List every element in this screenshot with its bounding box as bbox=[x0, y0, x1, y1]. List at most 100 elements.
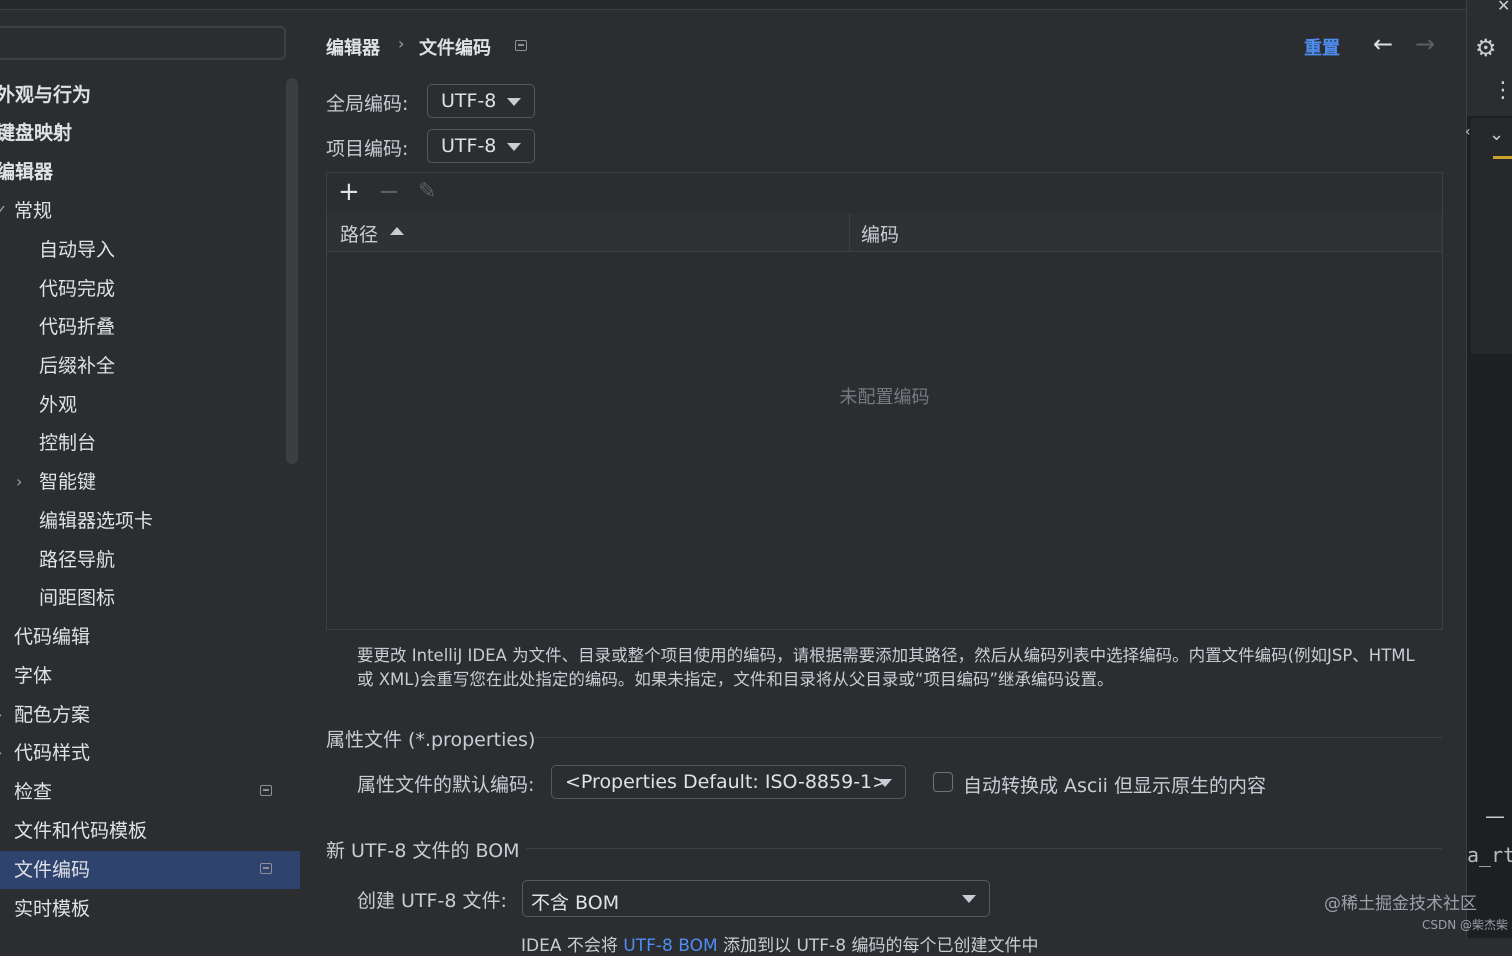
breadcrumb-file-encodings: 文件编码 bbox=[419, 38, 491, 59]
reset-button[interactable]: 重置 bbox=[1304, 34, 1340, 60]
chevron-down-icon[interactable]: ✓ bbox=[0, 192, 7, 230]
add-icon[interactable]: + bbox=[338, 177, 360, 207]
ascii-convert-checkbox[interactable] bbox=[933, 772, 953, 792]
sidebar-item-color-scheme[interactable]: › 配色方案 bbox=[0, 696, 300, 734]
sidebar-item-label: 配色方案 bbox=[14, 704, 91, 726]
sidebar-item-keymap[interactable]: 键盘映射 bbox=[0, 114, 300, 152]
settings-content: 编辑器 › 文件编码 重置 ← → 全局编码: UTF-8 项目编码: UTF-… bbox=[300, 10, 1466, 956]
sidebar-item-editor[interactable]: 编辑器 bbox=[0, 153, 300, 191]
dropdown-arrow-icon bbox=[878, 779, 892, 787]
column-divider[interactable] bbox=[849, 213, 850, 251]
settings-search-input[interactable] bbox=[0, 26, 286, 60]
settings-sidebar: 外观与行为 键盘映射 编辑器 ✓ 常规 自动导入 代码完成 代码折叠 后缀补全 外… bbox=[0, 10, 300, 938]
code-snippet: a_rt bbox=[1467, 843, 1512, 867]
sidebar-item-label: 智能键 bbox=[39, 471, 97, 493]
project-encoding-value: UTF-8 bbox=[441, 135, 497, 157]
sidebar-item-label: 字体 bbox=[14, 665, 53, 687]
sidebar-item-breadcrumbs[interactable]: 路径导航 bbox=[0, 541, 300, 579]
utf8-bom-link[interactable]: UTF-8 BOM bbox=[623, 936, 717, 956]
more-vertical-icon[interactable]: ⋮ bbox=[1492, 80, 1512, 102]
breadcrumb-editor[interactable]: 编辑器 bbox=[326, 34, 380, 60]
sidebar-item-label: 代码完成 bbox=[39, 278, 116, 300]
project-encoding-label: 项目编码: bbox=[326, 138, 409, 160]
properties-section-title: 属性文件 (*.properties) bbox=[326, 729, 536, 751]
back-arrow-icon[interactable]: ← bbox=[1373, 30, 1393, 58]
right-strip-highlight bbox=[1471, 118, 1512, 354]
close-icon[interactable]: ✕ bbox=[1497, 0, 1510, 15]
bom-note-suffix: 添加到以 UTF-8 编码的每个已创建文件中 bbox=[723, 936, 1039, 956]
sidebar-item-label: 文件编码 bbox=[14, 859, 91, 881]
sidebar-item-appearance[interactable]: 外观 bbox=[0, 386, 300, 424]
breadcrumb-separator: › bbox=[398, 34, 405, 53]
sidebar-item-label: 外观与行为 bbox=[0, 84, 92, 106]
edit-icon[interactable]: ✎ bbox=[418, 179, 436, 204]
chevron-right-icon[interactable]: › bbox=[16, 463, 22, 501]
sidebar-item-smart-keys[interactable]: › 智能键 bbox=[0, 463, 300, 501]
sidebar-item-label: 编辑器选项卡 bbox=[39, 510, 154, 532]
chevron-right-icon[interactable]: › bbox=[0, 696, 2, 734]
bom-note-prefix: IDEA 不会将 bbox=[521, 936, 618, 956]
project-scope-icon bbox=[260, 863, 272, 874]
global-encoding-label: 全局编码: bbox=[326, 93, 409, 115]
sidebar-item-label: 代码样式 bbox=[14, 742, 91, 764]
column-header-encoding[interactable]: 编码 bbox=[861, 220, 899, 247]
bom-note: IDEA 不会将 UTF-8 BOM 添加到以 UTF-8 编码的每个已创建文件… bbox=[521, 931, 1038, 956]
table-toolbar: + − ✎ bbox=[327, 173, 1442, 214]
window-top-strip bbox=[0, 0, 1466, 10]
sidebar-item-label: 常规 bbox=[14, 200, 53, 222]
create-utf8-label: 创建 UTF-8 文件: bbox=[357, 890, 507, 912]
ascii-convert-label[interactable]: 自动转换成 Ascii 但显示原生的内容 bbox=[963, 771, 1266, 798]
dropdown-arrow-icon bbox=[962, 895, 976, 903]
sidebar-item-postfix-completion[interactable]: 后缀补全 bbox=[0, 347, 300, 385]
create-utf8-select[interactable]: 不含 BOM bbox=[522, 880, 990, 917]
sidebar-item-label: 编辑器 bbox=[0, 161, 54, 183]
chevron-right-icon[interactable]: › bbox=[0, 734, 2, 772]
chevron-down-icon[interactable]: ⌄ bbox=[1489, 124, 1504, 145]
sidebar-item-label: 自动导入 bbox=[39, 239, 116, 261]
sidebar-item-label: 检查 bbox=[14, 781, 53, 803]
sidebar-item-label: 文件和代码模板 bbox=[14, 820, 148, 842]
create-utf8-value: 不含 BOM bbox=[531, 892, 620, 914]
fold-left-icon[interactable]: ‹ bbox=[1465, 124, 1471, 140]
sidebar-item-file-encodings[interactable]: 文件编码 bbox=[0, 851, 300, 889]
sidebar-item-code-folding[interactable]: 代码折叠 bbox=[0, 308, 300, 346]
global-encoding-select[interactable]: UTF-8 bbox=[427, 84, 535, 118]
remove-icon[interactable]: − bbox=[378, 177, 400, 207]
table-header: 路径 编码 bbox=[327, 213, 1442, 252]
sidebar-item-label: 代码编辑 bbox=[14, 626, 91, 648]
sidebar-item-auto-import[interactable]: 自动导入 bbox=[0, 231, 300, 269]
project-encoding-select[interactable]: UTF-8 bbox=[427, 129, 535, 163]
sidebar-item-code-completion[interactable]: 代码完成 bbox=[0, 270, 300, 308]
properties-default-value: <Properties Default: ISO-8859-1> bbox=[565, 771, 889, 793]
minimize-icon[interactable]: — bbox=[1485, 804, 1505, 828]
sidebar-item-label: 控制台 bbox=[39, 432, 97, 454]
sidebar-item-editor-tabs[interactable]: 编辑器选项卡 bbox=[0, 502, 300, 540]
section-divider bbox=[534, 737, 1442, 738]
bom-section-title: 新 UTF-8 文件的 BOM bbox=[326, 840, 520, 862]
sidebar-item-code-style[interactable]: › 代码样式 bbox=[0, 734, 300, 772]
sidebar-item-live-templates[interactable]: 实时模板 bbox=[0, 890, 300, 928]
empty-table-text: 未配置编码 bbox=[839, 387, 930, 408]
forward-arrow-icon[interactable]: → bbox=[1415, 30, 1435, 58]
project-scope-icon bbox=[515, 40, 527, 51]
sidebar-item-font[interactable]: 字体 bbox=[0, 657, 300, 695]
column-header-path[interactable]: 路径 bbox=[340, 220, 378, 247]
sidebar-item-gutter-icons[interactable]: 间距图标 bbox=[0, 579, 300, 617]
encoding-description: 要更改 IntelliJ IDEA 为文件、目录或整个项目使用的编码，请根据需要… bbox=[357, 646, 1415, 689]
sidebar-item-label: 代码折叠 bbox=[39, 316, 116, 338]
sidebar-item-inspections[interactable]: 检查 bbox=[0, 773, 300, 811]
sidebar-item-label: 实时模板 bbox=[14, 898, 91, 920]
properties-default-select[interactable]: <Properties Default: ISO-8859-1> bbox=[551, 765, 906, 799]
sidebar-item-appearance-behavior[interactable]: 外观与行为 bbox=[0, 76, 300, 114]
right-tool-strip: ✕ ⚙ ⋮ ‹ ⌄ — a_rt bbox=[1465, 0, 1512, 938]
global-encoding-value: UTF-8 bbox=[441, 90, 497, 112]
dropdown-arrow-icon bbox=[507, 98, 521, 106]
dropdown-arrow-icon bbox=[507, 143, 521, 151]
sidebar-item-code-editing[interactable]: 代码编辑 bbox=[0, 618, 300, 656]
sidebar-item-console[interactable]: 控制台 bbox=[0, 424, 300, 462]
sidebar-item-general[interactable]: ✓ 常规 bbox=[0, 192, 300, 230]
properties-default-label: 属性文件的默认编码: bbox=[357, 774, 535, 796]
sidebar-item-file-code-templates[interactable]: 文件和代码模板 bbox=[0, 812, 300, 850]
gear-icon[interactable]: ⚙ bbox=[1475, 34, 1497, 62]
project-scope-icon bbox=[260, 785, 272, 796]
